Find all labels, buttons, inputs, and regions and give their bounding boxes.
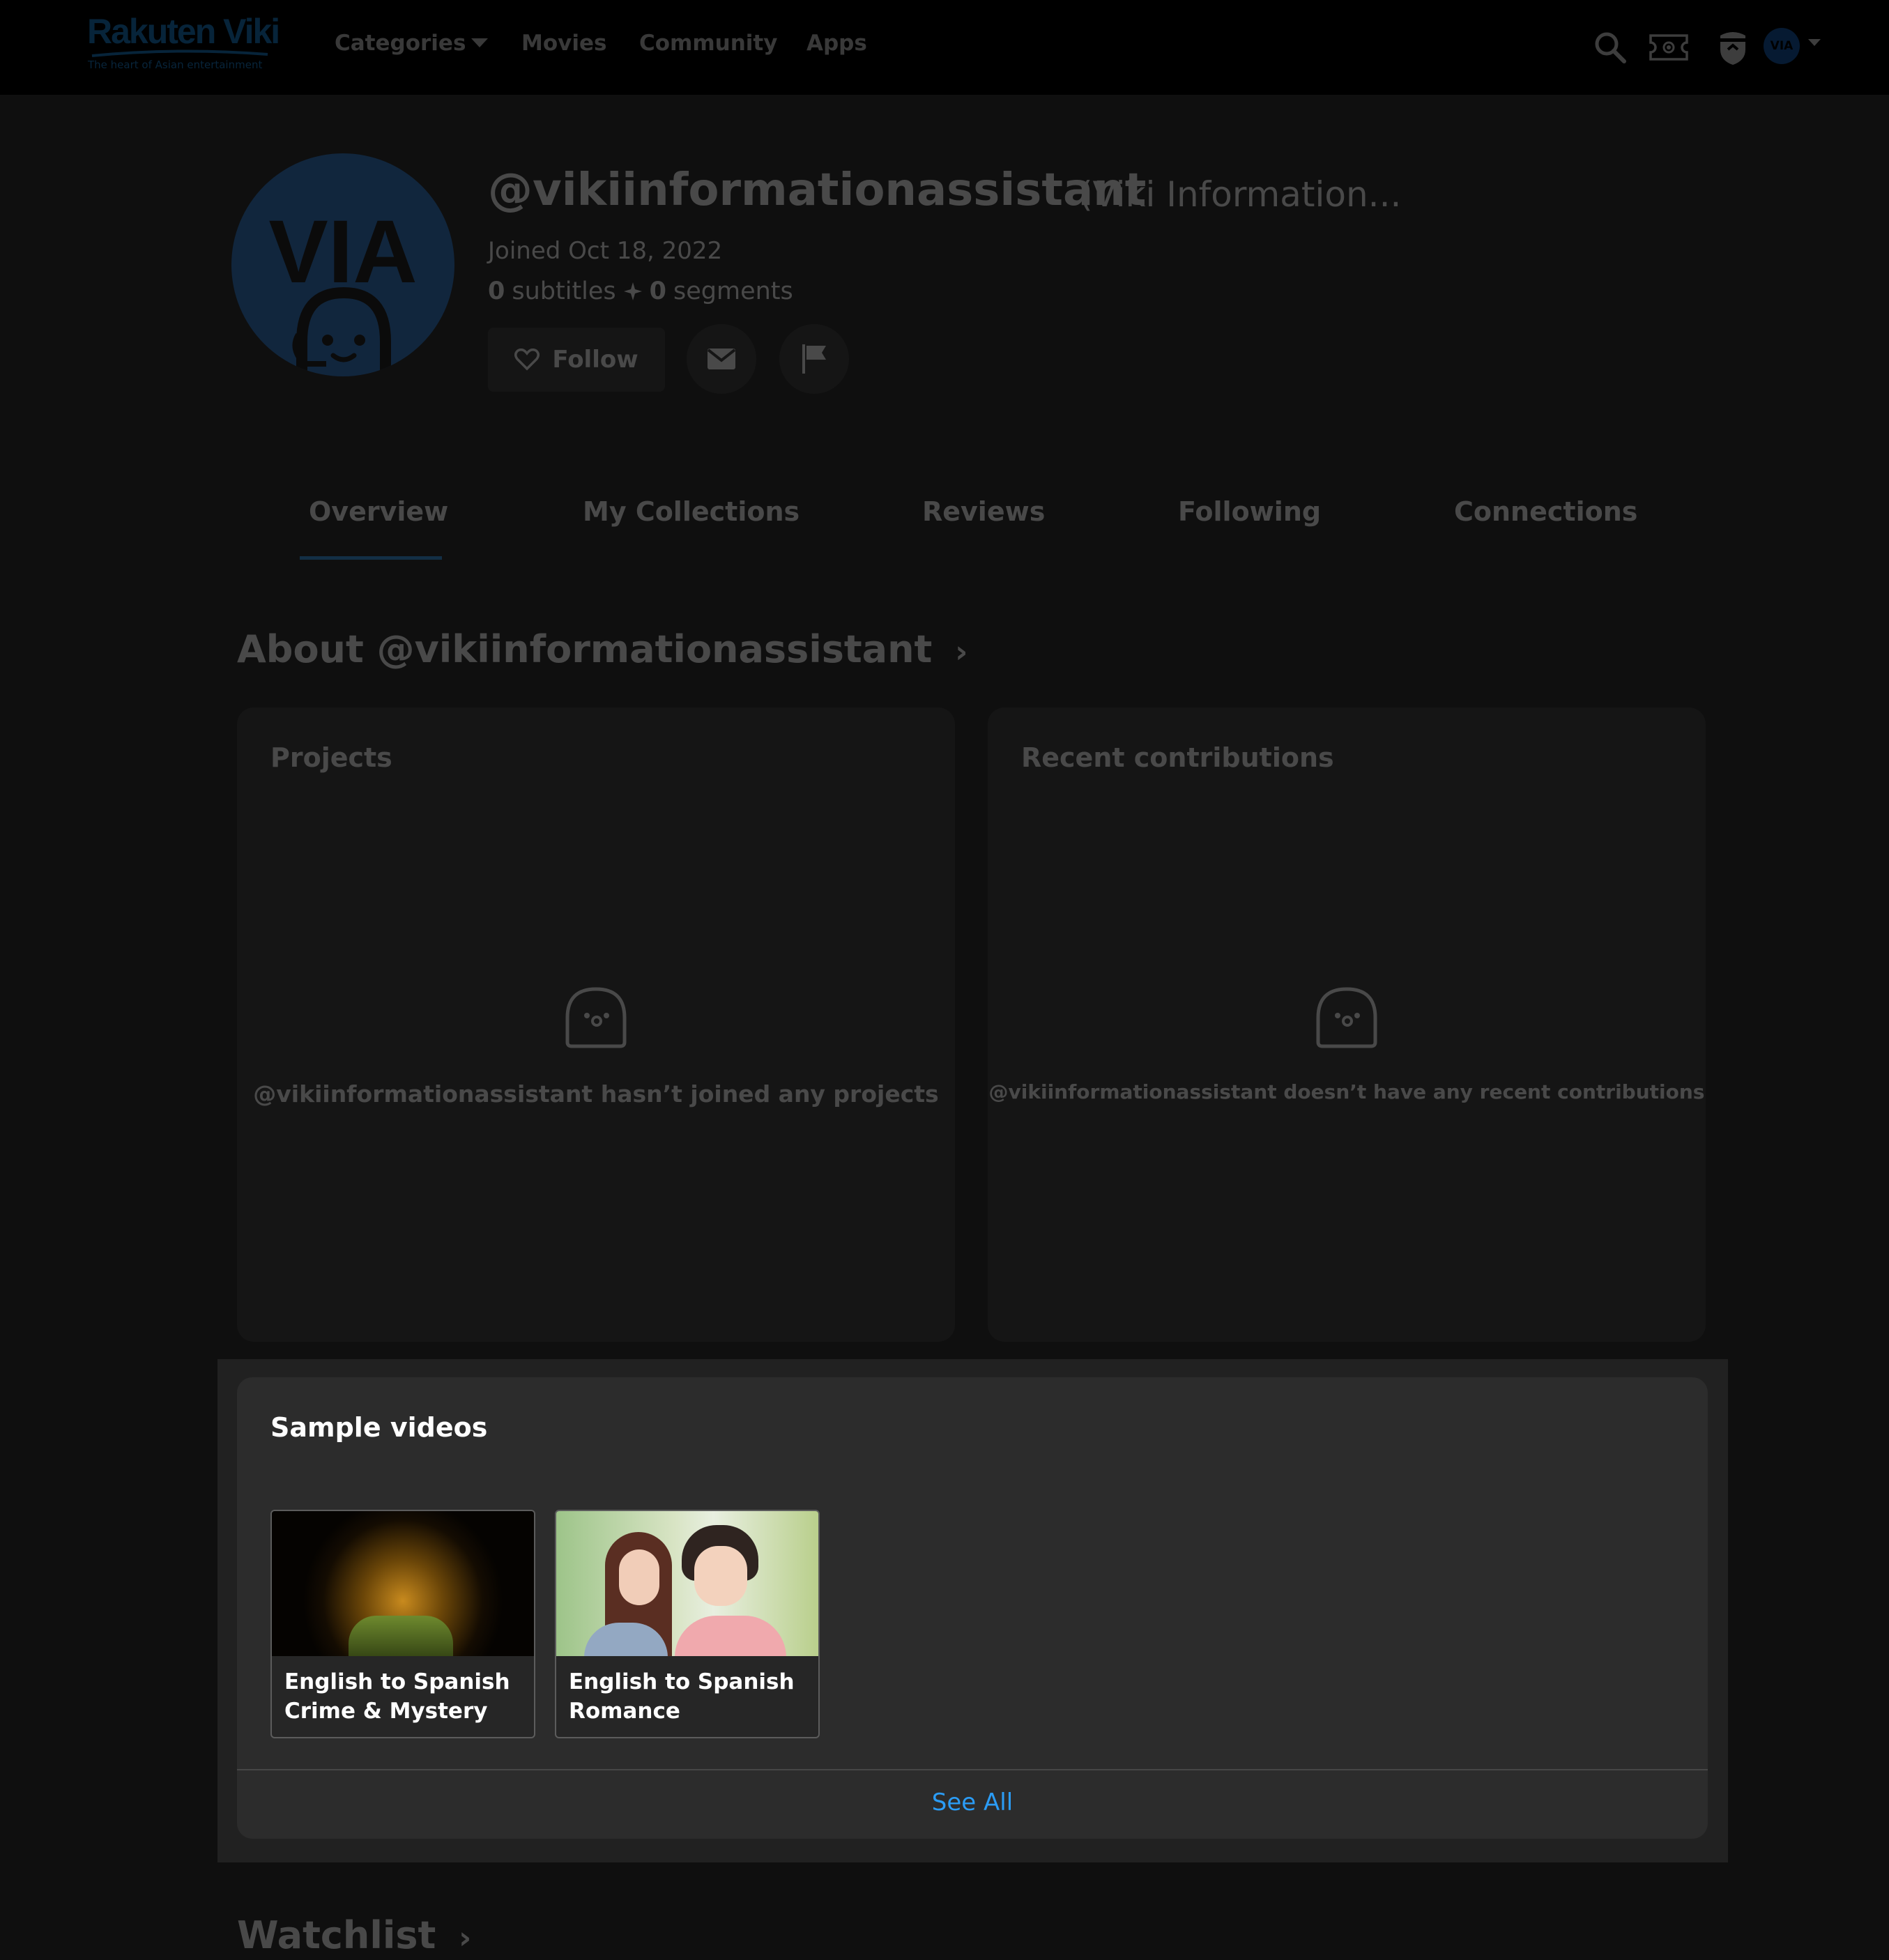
- follow-button[interactable]: Follow: [488, 328, 665, 392]
- tab-connections[interactable]: Connections: [1454, 496, 1637, 527]
- sample-video-card[interactable]: English to Spanish Romance: [555, 1510, 820, 1738]
- video-genre: Crime & Mystery: [284, 1699, 488, 1724]
- heart-icon: [514, 349, 540, 371]
- search-icon[interactable]: [1591, 28, 1630, 67]
- profile-handle: @vikiinformationassistant: [488, 164, 1147, 216]
- divider: [237, 1769, 1708, 1770]
- viki-pass-badge-icon[interactable]: [1713, 25, 1752, 70]
- video-label: English to Spanish Crime & Mystery: [272, 1656, 534, 1726]
- sample-video-card[interactable]: English to Spanish Crime & Mystery: [270, 1510, 535, 1738]
- report-button[interactable]: [779, 324, 849, 394]
- follow-label: Follow: [552, 346, 638, 374]
- sample-videos-card: Sample videos English to Spanish Crime &…: [237, 1377, 1708, 1839]
- joined-date: Joined Oct 18, 2022: [488, 237, 723, 265]
- profile-display-name: (Viki Information...: [1079, 174, 1402, 215]
- video-label: English to Spanish Romance: [556, 1656, 818, 1726]
- contributions-title: Recent contributions: [1021, 742, 1334, 773]
- nav-community[interactable]: Community: [639, 31, 777, 56]
- video-genre: Romance: [569, 1699, 680, 1724]
- logo-tagline: The heart of Asian entertainment: [88, 59, 263, 71]
- tab-following[interactable]: Following: [1178, 496, 1321, 527]
- video-language-pair: English to Spanish: [569, 1669, 795, 1694]
- tab-overview[interactable]: Overview: [309, 496, 448, 527]
- video-thumbnail: [556, 1511, 818, 1656]
- sparkle-separator-icon: [623, 282, 642, 300]
- flag-icon: [802, 344, 826, 374]
- contributions-empty-message: @vikiinformationassistant doesn’t have a…: [988, 1080, 1705, 1103]
- message-button[interactable]: [687, 324, 756, 394]
- empty-ghost-icon: [565, 987, 627, 1048]
- segments-count: 0: [649, 277, 667, 305]
- projects-title: Projects: [270, 742, 392, 773]
- logo-swoosh-icon: [91, 49, 268, 57]
- segments-label: segments: [673, 277, 793, 305]
- see-all-link[interactable]: See All: [237, 1789, 1708, 1816]
- assistant-mascot-icon: [292, 286, 391, 376]
- profile-avatar: VIA: [231, 153, 454, 376]
- sample-videos-title: Sample videos: [270, 1412, 488, 1443]
- contribution-stats: 0 subtitles 0 segments: [488, 277, 793, 305]
- chevron-right-icon: ›: [955, 634, 968, 670]
- nav-categories-label: Categories: [335, 31, 466, 56]
- nav-categories[interactable]: Categories: [335, 31, 489, 56]
- empty-ghost-icon: [1316, 987, 1377, 1048]
- caret-down-icon: [471, 38, 489, 47]
- about-section-title[interactable]: About @vikiinformationassistant ›: [237, 627, 968, 671]
- about-title-text: About @vikiinformationassistant: [237, 627, 933, 671]
- projects-empty-message: @vikiinformationassistant hasn’t joined …: [253, 1080, 939, 1108]
- recent-contributions-panel: Recent contributions @vikiinformationass…: [988, 707, 1706, 1342]
- nav-movies[interactable]: Movies: [521, 31, 606, 56]
- video-language-pair: English to Spanish: [284, 1669, 510, 1694]
- rakuten-viki-logo[interactable]: Rakuten Viki: [87, 11, 280, 52]
- ticket-icon[interactable]: [1648, 28, 1690, 67]
- user-avatar[interactable]: VIA: [1764, 28, 1800, 64]
- active-tab-indicator: [300, 556, 442, 560]
- nav-apps[interactable]: Apps: [806, 31, 867, 56]
- projects-panel: Projects @vikiinformationassistant hasn’…: [237, 707, 955, 1342]
- account-menu-caret-icon[interactable]: [1808, 39, 1821, 47]
- envelope-icon: [707, 349, 736, 369]
- tab-reviews[interactable]: Reviews: [922, 496, 1045, 527]
- page-overlay-dimmed: VIA @vikiinformationassistant (Viki Info…: [0, 95, 1889, 1359]
- watchlist-section-title[interactable]: Watchlist ›: [237, 1913, 471, 1957]
- subtitles-count: 0: [488, 277, 505, 305]
- header-content: Rakuten Viki The heart of Asian entertai…: [0, 0, 1889, 95]
- subtitles-label: subtitles: [512, 277, 616, 305]
- video-thumbnail: [272, 1511, 534, 1656]
- chevron-right-icon: ›: [459, 1920, 472, 1956]
- tab-my-collections[interactable]: My Collections: [583, 496, 800, 527]
- watchlist-title-text: Watchlist: [237, 1913, 436, 1957]
